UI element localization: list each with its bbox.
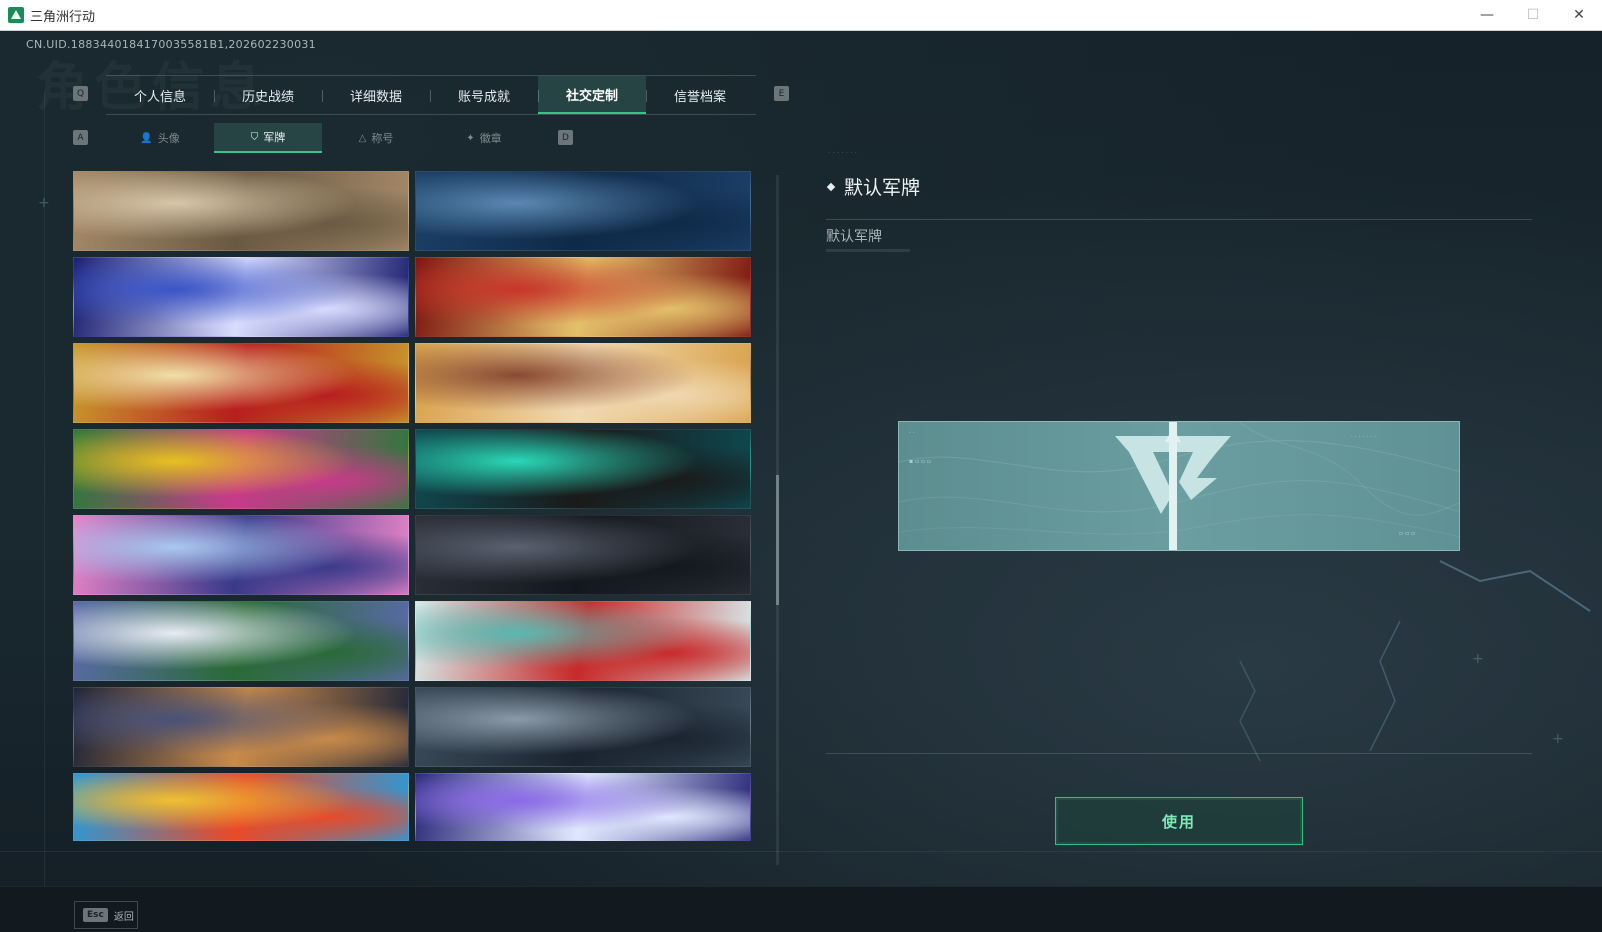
preview-decoration: ▫ ▫ ▫	[1399, 530, 1416, 537]
badge-icon: ✦	[466, 132, 475, 144]
scrollbar-thumb[interactable]	[776, 475, 779, 605]
maximize-button[interactable]: ☐	[1510, 0, 1556, 30]
detail-decoration: · · · · · · ·	[828, 149, 857, 157]
minimize-button[interactable]: —	[1464, 0, 1510, 30]
main-tab-5[interactable]: 信誉档案	[646, 76, 754, 114]
diamond-icon	[826, 182, 836, 191]
delta-emblem-icon	[1115, 422, 1231, 550]
sub-tab-1[interactable]: ⛉ 军牌	[214, 123, 322, 153]
dogtag-banner-pilot-jet[interactable]	[415, 687, 751, 767]
dogtag-banner-chibi-party[interactable]	[415, 343, 751, 423]
main-tab-bar: 个人信息 历史战绩 详细数据 账号成就 社交定制 信誉档案	[106, 75, 756, 115]
next-subtab-key-hint[interactable]: D	[558, 130, 573, 145]
dogtag-banner-night-ops[interactable]	[73, 687, 409, 767]
dogtag-icon: ⛉	[250, 131, 259, 143]
main-tab-2[interactable]: 详细数据	[322, 76, 430, 114]
dogtag-preview: · · ▪ ▫ ▫ ▫ · · · · · · · ▫ ▫ ▫	[898, 421, 1460, 551]
preview-decoration: · · · · · · ·	[1351, 434, 1376, 441]
dogtag-grid	[73, 171, 773, 875]
footer-bar: Esc 返回	[0, 886, 1602, 932]
main-tab-4[interactable]: 社交定制	[538, 76, 646, 114]
grid-scrollbar[interactable]	[776, 175, 779, 865]
dogtag-banner-city-dusk-soldier[interactable]	[415, 515, 751, 595]
dogtag-banner-lightning-lab[interactable]	[415, 773, 751, 841]
sub-tab-label: 徽章	[479, 132, 502, 145]
dogtag-banner-snowball-fight[interactable]	[415, 601, 751, 681]
app-window: 三角洲行动 — ☐ ✕ + + + 角色信息 CN.UID.1883440184…	[0, 0, 1602, 932]
title-icon: △	[358, 132, 367, 144]
dogtag-banner-desert-sniper[interactable]	[73, 171, 409, 251]
detail-item-name: 默认军牌	[826, 229, 882, 245]
main-tab-0[interactable]: 个人信息	[106, 76, 214, 114]
esc-key-hint: Esc	[83, 908, 108, 922]
dogtag-banner-red-roses[interactable]	[415, 257, 751, 337]
preview-decoration: · ·	[909, 430, 915, 437]
close-button[interactable]: ✕	[1556, 0, 1602, 30]
sub-tab-2[interactable]: △ 称号	[322, 123, 430, 153]
sub-tab-label: 称号	[371, 132, 394, 145]
dogtag-banner-pink-anime[interactable]	[73, 515, 409, 595]
dogtag-banner-christmas-tree[interactable]	[73, 601, 409, 681]
dogtag-banner-carnival-colors[interactable]	[73, 429, 409, 509]
back-label: 返回	[113, 911, 134, 923]
person-icon: 👤	[140, 132, 153, 144]
prev-subtab-key-hint[interactable]: A	[73, 130, 88, 145]
preview-decoration: ▪ ▫ ▫ ▫	[909, 458, 931, 465]
sub-tab-label: 军牌	[263, 131, 286, 144]
sub-tab-3[interactable]: ✦ 徽章	[430, 123, 538, 153]
window-title: 三角洲行动	[30, 9, 96, 25]
detail-title: 默认军牌	[844, 177, 921, 199]
game-screen: + + + 角色信息 CN.UID.1883440184170035581B1,…	[0, 31, 1602, 932]
detail-header: 默认军牌	[826, 173, 921, 200]
dogtag-banner-naval-base[interactable]	[415, 171, 751, 251]
sub-tab-label: 头像	[157, 132, 180, 145]
dogtag-banner-rock-graffiti[interactable]	[415, 429, 751, 509]
main-tab-3[interactable]: 账号成就	[430, 76, 538, 114]
bg-guide-line	[44, 91, 45, 911]
prev-tab-key-hint[interactable]: Q	[73, 86, 88, 101]
sub-tab-0[interactable]: 👤 头像	[106, 123, 214, 153]
detail-subtitle-placeholder	[826, 249, 910, 252]
detail-bottom-divider	[826, 753, 1532, 754]
dogtag-banner-fries-mascots[interactable]	[73, 773, 409, 841]
main-tab-1[interactable]: 历史战绩	[214, 76, 322, 114]
window-controls: — ☐ ✕	[1464, 0, 1602, 30]
player-uid: CN.UID.1883440184170035581B1,20260223003…	[26, 38, 316, 51]
bg-lightning-decoration	[1239, 560, 1591, 762]
detail-divider	[826, 219, 1532, 220]
next-tab-key-hint[interactable]: E	[774, 86, 789, 101]
bg-cross-icon: +	[38, 195, 50, 211]
app-logo-icon	[8, 7, 24, 23]
back-button[interactable]: Esc 返回	[74, 901, 138, 929]
dogtag-banner-golden-jewel[interactable]	[73, 343, 409, 423]
window-titlebar: 三角洲行动 — ☐ ✕	[0, 0, 1602, 31]
dogtag-banner-celestial-blue[interactable]	[73, 257, 409, 337]
sub-tab-bar: 👤 头像 ⛉ 军牌 △ 称号 ✦ 徽章	[106, 123, 538, 153]
use-button[interactable]: 使用	[1055, 797, 1303, 845]
